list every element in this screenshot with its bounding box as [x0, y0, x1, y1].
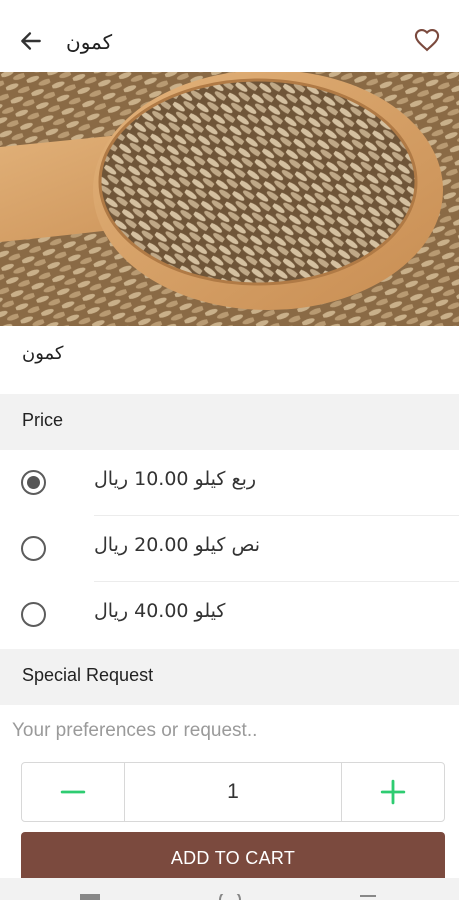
plus-icon — [380, 779, 406, 805]
product-name: كمون — [22, 343, 64, 364]
increment-button[interactable] — [342, 763, 444, 821]
price-option-label: ربع كيلو 10.00 ريال — [94, 468, 257, 490]
heart-outline-icon — [414, 29, 440, 52]
price-section-header: Price — [0, 394, 459, 450]
price-option-label: نص كيلو 20.00 ريال — [94, 534, 261, 556]
price-option-label: كيلو 40.00 ريال — [94, 600, 226, 622]
special-request-input[interactable] — [12, 716, 452, 746]
arrow-left-icon — [21, 32, 41, 50]
decrement-button[interactable] — [22, 763, 124, 821]
special-request-header: Special Request — [0, 649, 459, 705]
add-to-cart-label: ADD TO CART — [170, 848, 296, 868]
app-bar: كمون — [0, 0, 459, 72]
price-option[interactable]: ربع كيلو 10.00 ريال — [0, 450, 459, 516]
radio-button[interactable] — [21, 536, 46, 561]
product-image — [0, 72, 459, 326]
price-section-title: Price — [22, 410, 64, 430]
quantity-value[interactable]: 1 — [124, 763, 342, 821]
system-nav-bar — [0, 878, 459, 900]
favorite-button[interactable] — [411, 24, 443, 56]
special-request-title: Special Request — [22, 665, 154, 685]
nav-back-icon[interactable] — [356, 894, 380, 900]
page-title: كمون — [66, 30, 113, 54]
radio-button[interactable] — [21, 470, 46, 495]
radio-selected-dot — [27, 476, 40, 489]
quantity-stepper: 1 — [21, 762, 445, 822]
price-option[interactable]: كيلو 40.00 ريال — [0, 582, 459, 648]
recent-apps-icon[interactable] — [78, 894, 102, 900]
back-button[interactable] — [14, 24, 48, 58]
radio-button[interactable] — [21, 602, 46, 627]
home-icon[interactable] — [218, 894, 242, 900]
price-option[interactable]: نص كيلو 20.00 ريال — [0, 516, 459, 582]
minus-icon — [60, 790, 86, 794]
